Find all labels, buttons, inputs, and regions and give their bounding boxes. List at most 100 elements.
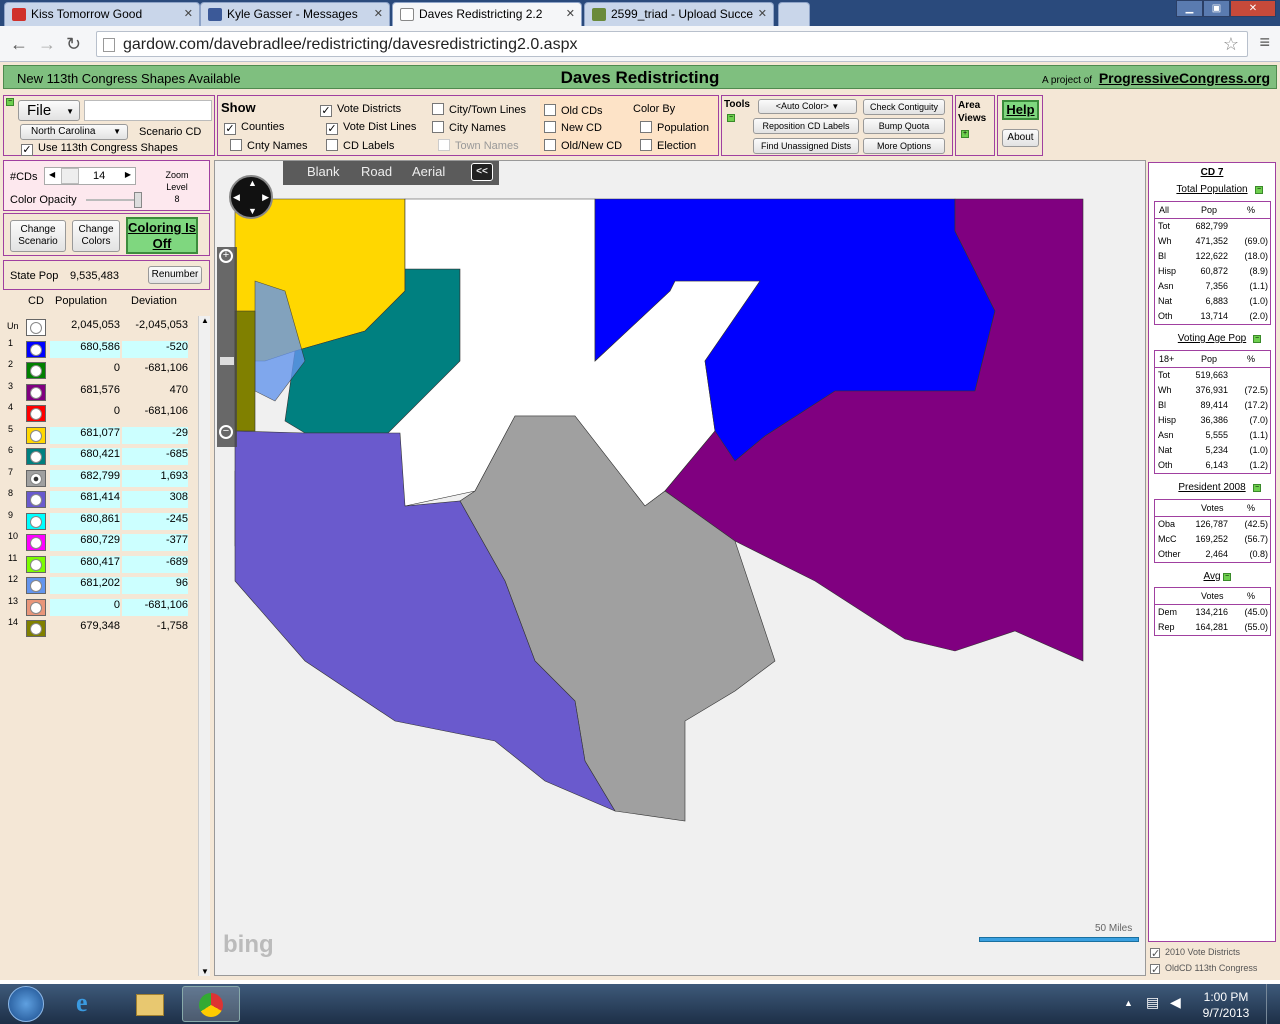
close-tab-icon[interactable]: ✕ — [184, 7, 193, 20]
renumber-button[interactable]: Renumber — [148, 266, 202, 284]
cd-color-swatch[interactable] — [26, 319, 46, 336]
increment-icon[interactable]: ▶ — [125, 170, 131, 179]
cd-select-radio[interactable] — [30, 365, 42, 377]
collapse-icon[interactable]: − — [1223, 573, 1231, 581]
new-tab-button[interactable] — [778, 2, 810, 26]
volume-icon[interactable]: ◀ — [1170, 994, 1181, 1011]
coloring-toggle[interactable]: Coloring Is Off — [126, 217, 198, 254]
file-explorer-icon[interactable] — [122, 986, 176, 1022]
cd-row[interactable]: 9 680,861 -245 — [0, 510, 208, 531]
cd-color-swatch[interactable] — [26, 598, 46, 616]
back-icon[interactable]: ← — [10, 34, 28, 55]
cd-select-radio[interactable] — [30, 472, 42, 485]
new-cd-checkbox[interactable]: New CD — [544, 121, 602, 134]
vote-districts-checkbox[interactable]: Vote Districts — [320, 103, 401, 117]
cd-row[interactable]: 11 680,417 -689 — [0, 553, 208, 574]
show-desktop-button[interactable] — [1266, 984, 1280, 1024]
cd-select-radio[interactable] — [30, 537, 42, 549]
election-checkbox[interactable]: Election — [640, 139, 696, 152]
cd-color-swatch[interactable] — [26, 469, 46, 487]
cd-row[interactable]: 13 0 -681,106 — [0, 596, 208, 617]
find-unassigned-button[interactable]: Find Unassigned Dists — [753, 138, 859, 154]
zoom-slider-handle[interactable] — [220, 357, 234, 365]
cd-labels-checkbox[interactable]: CD Labels — [326, 139, 394, 152]
cd-select-radio[interactable] — [30, 623, 42, 635]
browser-tab[interactable]: 2599_triad - Upload Succe ✕ — [584, 2, 774, 26]
bookmark-star-icon[interactable]: ☆ — [1223, 34, 1239, 55]
cd-color-swatch[interactable] — [26, 340, 46, 358]
cd-color-swatch[interactable] — [26, 491, 46, 508]
menu-icon[interactable]: ≡ — [1259, 32, 1270, 53]
stepper-thumb[interactable] — [61, 168, 79, 184]
restore-icon[interactable]: ▣ — [1203, 0, 1230, 17]
cd-select-radio[interactable] — [30, 408, 42, 420]
pan-up-icon[interactable]: ▲ — [248, 178, 257, 188]
close-tab-icon[interactable]: ✕ — [758, 7, 767, 20]
cd-select-radio[interactable] — [30, 580, 42, 592]
browser-tab[interactable]: Kyle Gasser - Messages ✕ — [200, 2, 390, 26]
browser-tab[interactable]: Kiss Tomorrow Good ✕ — [4, 2, 200, 26]
cd-select-radio[interactable] — [30, 451, 42, 463]
vote-dist-lines-checkbox[interactable]: Vote Dist Lines — [326, 121, 416, 135]
about-button[interactable]: About — [1002, 129, 1039, 147]
check-contiguity-button[interactable]: Check Contiguity — [863, 99, 945, 115]
zoom-in-icon[interactable]: + — [219, 249, 233, 263]
close-window-icon[interactable]: ✕ — [1230, 0, 1276, 17]
cd-select-radio[interactable] — [30, 322, 42, 334]
town-names-checkbox[interactable]: Town Names — [438, 139, 519, 152]
change-colors-button[interactable]: Change Colors — [72, 220, 120, 252]
scroll-down-icon[interactable]: ▼ — [201, 967, 209, 976]
decrement-icon[interactable]: ◀ — [49, 170, 55, 179]
cd-row[interactable]: 3 681,576 470 — [0, 381, 208, 402]
use-113-checkbox[interactable]: Use 113th Congress Shapes — [21, 142, 178, 156]
clock-time[interactable]: 1:00 PM — [1196, 990, 1256, 1004]
expand-icon[interactable]: + — [961, 130, 969, 138]
cd-color-swatch[interactable] — [26, 512, 46, 530]
more-options-button[interactable]: More Options — [863, 138, 945, 154]
opacity-slider[interactable] — [86, 192, 142, 208]
pan-left-icon[interactable]: ◀ — [233, 192, 240, 203]
collapse-icon[interactable]: − — [1253, 335, 1261, 343]
cd-select-radio[interactable] — [30, 429, 42, 442]
url-field[interactable]: gardow.com/davebradlee/redistricting/dav… — [96, 31, 1248, 57]
map-view[interactable]: Blank Road Aerial << ▲ ▼ ◀ ▶ + − bing 50… — [214, 160, 1146, 976]
clock-date[interactable]: 9/7/2013 — [1196, 1006, 1256, 1020]
population-checkbox[interactable]: Population — [640, 121, 709, 134]
collapse-icon[interactable]: − — [6, 98, 14, 106]
close-tab-icon[interactable]: ✕ — [374, 7, 383, 20]
cd-color-swatch[interactable] — [26, 448, 46, 465]
reposition-labels-button[interactable]: Reposition CD Labels — [753, 118, 859, 134]
cd-color-swatch[interactable] — [26, 534, 46, 551]
old-cds-checkbox[interactable]: Old CDs — [544, 104, 603, 117]
pan-control[interactable]: ▲ ▼ ◀ ▶ — [229, 175, 273, 219]
help-button[interactable]: Help — [1002, 100, 1039, 120]
cd-row[interactable]: 12 681,202 96 — [0, 574, 208, 595]
file-menu-button[interactable]: File ▼ — [18, 100, 80, 121]
pan-right-icon[interactable]: ▶ — [262, 192, 269, 203]
cd-color-swatch[interactable] — [26, 555, 46, 573]
cd-row[interactable]: 4 0 -681,106 — [0, 402, 208, 423]
forward-icon[interactable]: → — [38, 34, 56, 55]
progressive-congress-link[interactable]: ProgressiveCongress.org — [1099, 70, 1270, 86]
old-new-cd-checkbox[interactable]: Old/New CD — [544, 139, 622, 152]
cd-row[interactable]: 10 680,729 -377 — [0, 531, 208, 552]
close-tab-icon[interactable]: ✕ — [566, 7, 575, 20]
cnty-names-checkbox[interactable]: Cnty Names — [230, 139, 308, 152]
cd-select-radio[interactable] — [30, 601, 42, 614]
cd-select-radio[interactable] — [30, 494, 42, 506]
cd-row[interactable]: 6 680,421 -685 — [0, 445, 208, 466]
bump-quota-button[interactable]: Bump Quota — [863, 118, 945, 134]
cd-select-radio[interactable] — [30, 558, 42, 571]
reload-icon[interactable]: ↻ — [66, 34, 81, 55]
pan-down-icon[interactable]: ▼ — [248, 206, 257, 216]
cd-row[interactable]: 14 679,348 -1,758 — [0, 617, 208, 638]
show-hidden-icons[interactable]: ▲ — [1124, 998, 1133, 1008]
cd-row[interactable]: Un 2,045,053 -2,045,053 — [0, 316, 208, 337]
cd-row[interactable]: 1 680,586 -520 — [0, 338, 208, 359]
cd-row[interactable]: 7 682,799 1,693 — [0, 467, 208, 488]
cd-color-swatch[interactable] — [26, 426, 46, 444]
opacity-slider-handle[interactable] — [134, 192, 142, 208]
change-scenario-button[interactable]: Change Scenario — [10, 220, 66, 252]
cd-color-swatch[interactable] — [26, 577, 46, 594]
city-names-checkbox[interactable]: City Names — [432, 121, 506, 134]
